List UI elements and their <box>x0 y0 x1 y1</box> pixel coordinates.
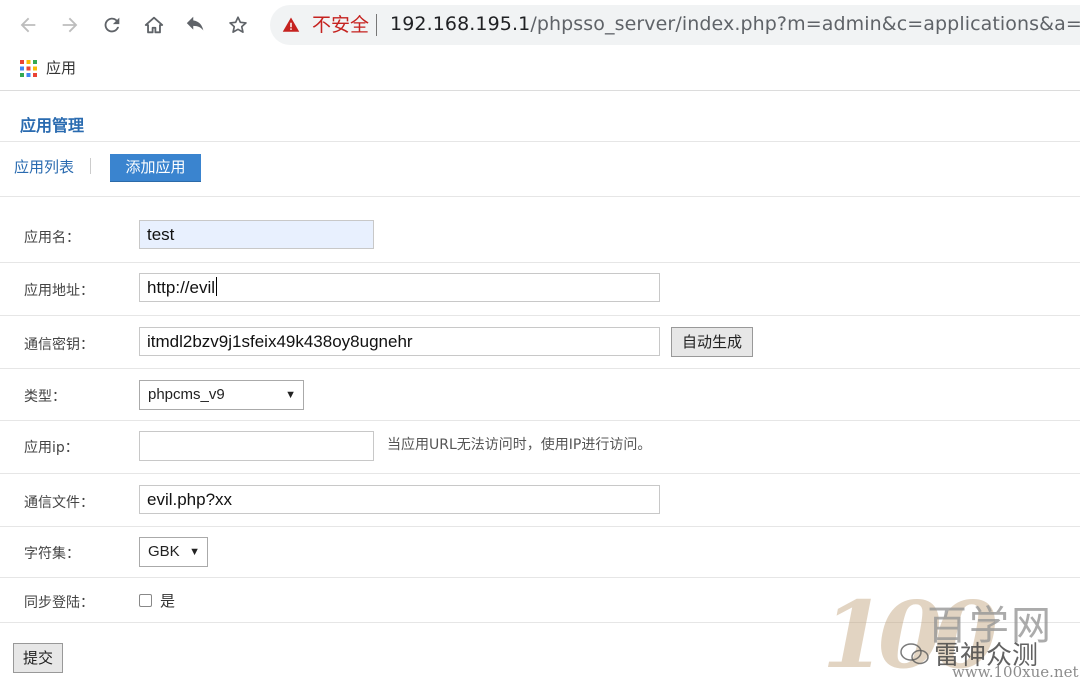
row-divider <box>0 473 1080 474</box>
undo-icon <box>186 16 204 31</box>
auth-key-input[interactable]: itmdl2bzv9j1sfeix49k438oy8ugnehr <box>139 327 660 356</box>
submit-button[interactable]: 提交 <box>13 643 63 673</box>
row-divider <box>0 526 1080 527</box>
browser-toolbar: 不安全 192.168.195.1/phpsso_server/index.ph… <box>0 0 1080 50</box>
tab-divider <box>90 158 91 174</box>
divider <box>376 14 377 36</box>
warning-icon <box>282 17 300 32</box>
row-divider <box>0 262 1080 263</box>
wechat-icon <box>900 643 929 665</box>
sync-login-option-label: 是 <box>160 592 176 610</box>
app-name-input[interactable]: test <box>139 220 374 249</box>
url-host: 192.168.195.1 <box>390 13 531 35</box>
app-name-label: 应用名： <box>24 230 80 246</box>
row-divider <box>0 315 1080 316</box>
app-ip-input[interactable] <box>139 431 374 461</box>
url-text[interactable]: 192.168.195.1/phpsso_server/index.php?m=… <box>390 11 1080 37</box>
sync-login-checkbox[interactable] <box>139 594 152 607</box>
watermark-url: www.100xue.net <box>952 663 1079 681</box>
back-arrow-icon <box>20 17 36 33</box>
charset-selected: GBK <box>148 543 180 560</box>
dropdown-arrow-icon: ▼ <box>285 389 296 401</box>
row-divider <box>0 368 1080 369</box>
apps-bookmark[interactable]: 应用 <box>46 58 76 78</box>
reload-button[interactable] <box>97 10 127 40</box>
row-divider <box>0 577 1080 578</box>
back-button[interactable] <box>13 10 43 40</box>
apps-grid-icon[interactable] <box>20 60 37 77</box>
home-icon <box>144 16 164 34</box>
sync-login-label: 同步登陆： <box>24 595 94 611</box>
home-button[interactable] <box>139 10 169 40</box>
app-url-value: http://evil <box>147 278 216 297</box>
type-select[interactable]: phpcms_v9 ▼ <box>139 380 304 410</box>
charset-label: 字符集： <box>24 546 80 562</box>
type-selected: phpcms_v9 <box>148 386 225 403</box>
security-status[interactable]: 不安全 <box>312 13 369 37</box>
charset-select[interactable]: GBK ▼ <box>139 537 208 567</box>
divider <box>0 141 1080 142</box>
type-label: 类型： <box>24 389 66 405</box>
bookmark-star-button[interactable] <box>223 10 253 40</box>
row-divider <box>0 420 1080 421</box>
app-ip-hint: 当应用URL无法访问时，使用IP进行访问。 <box>387 437 652 453</box>
address-bar[interactable]: 不安全 192.168.195.1/phpsso_server/index.ph… <box>270 5 1080 45</box>
tab-add-app[interactable]: 添加应用 <box>110 154 201 182</box>
watermark: 100 百学网 雷神众测 www.100xue.net <box>822 585 1080 692</box>
dropdown-arrow-icon: ▼ <box>189 546 200 558</box>
undo-button[interactable] <box>181 10 211 40</box>
api-file-label: 通信文件： <box>24 495 94 511</box>
forward-button[interactable] <box>55 10 85 40</box>
app-url-input[interactable]: http://evil <box>139 273 660 302</box>
text-caret <box>216 277 218 296</box>
app-ip-label: 应用ip： <box>24 440 79 456</box>
page-title: 应用管理 <box>20 116 85 135</box>
star-icon <box>229 16 247 33</box>
forward-arrow-icon <box>62 17 78 33</box>
divider <box>0 196 1080 197</box>
auto-generate-button[interactable]: 自动生成 <box>671 327 753 357</box>
api-file-input[interactable]: evil.php?xx <box>139 485 660 514</box>
tab-app-list[interactable]: 应用列表 <box>14 156 74 177</box>
url-path: /phpsso_server/index.php?m=admin&c=appli… <box>530 13 1080 35</box>
bookmarks-bar: 应用 <box>0 50 1080 91</box>
auth-key-label: 通信密钥： <box>24 337 94 353</box>
app-url-label: 应用地址： <box>24 283 94 299</box>
reload-icon <box>104 17 120 33</box>
